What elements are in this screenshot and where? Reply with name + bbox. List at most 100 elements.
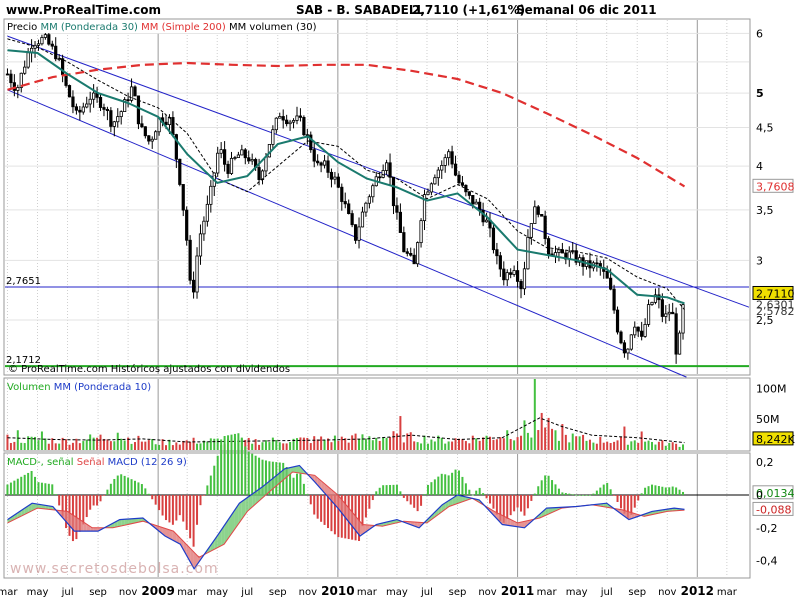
- volume-bar: [217, 439, 219, 450]
- volume-bar: [413, 441, 415, 450]
- candle-body: [620, 332, 622, 343]
- site-name[interactable]: www.ProRealTime.com: [6, 3, 161, 17]
- volume-bar: [375, 438, 377, 450]
- legend-entry: Precio: [7, 22, 37, 33]
- candle-body: [399, 212, 401, 232]
- candle-body: [609, 278, 611, 289]
- candle-body: [520, 281, 522, 288]
- volume-bar: [131, 444, 133, 450]
- volume-bar: [672, 442, 674, 450]
- volume-bar: [351, 435, 353, 450]
- macd-histogram-bar: [117, 476, 119, 495]
- macd-histogram-bar: [206, 485, 208, 495]
- volume-tick-label: 50M: [756, 413, 780, 426]
- candle-body: [134, 87, 136, 96]
- candle-body: [379, 177, 381, 178]
- macd-histogram-bar: [193, 495, 195, 547]
- macd-histogram-bar: [203, 495, 205, 496]
- x-tick-label: sep: [449, 587, 467, 598]
- candle-body: [530, 224, 532, 238]
- macd-histogram-bar: [293, 478, 295, 495]
- volume-bar: [506, 430, 508, 450]
- volume-bar: [137, 436, 139, 450]
- candle-body: [503, 269, 505, 280]
- macd-histogram-bar: [489, 495, 491, 504]
- volume-bar: [551, 429, 553, 450]
- macd-histogram-bar: [96, 495, 98, 505]
- macd-histogram-bar: [679, 490, 681, 495]
- volume-bar: [79, 443, 81, 450]
- macd-histogram-bar: [103, 495, 105, 496]
- macd-histogram-bar: [641, 493, 643, 495]
- candle-body: [596, 263, 598, 264]
- volume-bar: [13, 442, 15, 450]
- volume-bar: [517, 437, 519, 450]
- volume-bar: [337, 441, 339, 450]
- candle-body: [509, 273, 511, 275]
- candle-body: [358, 227, 360, 240]
- candle-body: [244, 150, 246, 158]
- candle-body: [189, 240, 191, 280]
- macd-histogram-bar: [417, 495, 419, 511]
- volume-bar: [151, 439, 153, 450]
- last-price: 2,7110 (+1,61%): [412, 3, 525, 17]
- volume-bar: [24, 443, 26, 450]
- volume-bar: [637, 443, 639, 450]
- volume-bar: [648, 441, 650, 450]
- macd-histogram-bar: [513, 495, 515, 511]
- macd-histogram-bar: [120, 474, 122, 495]
- volume-bar: [10, 443, 12, 450]
- volume-bar: [48, 444, 50, 450]
- macd-histogram-bar: [17, 479, 19, 495]
- candle-body: [441, 165, 443, 170]
- candle-body: [79, 110, 81, 112]
- macd-histogram-bar: [48, 484, 50, 495]
- volume-bar: [279, 442, 281, 450]
- volume-bar: [617, 440, 619, 450]
- macd-histogram-bar: [444, 474, 446, 495]
- candle-body: [427, 192, 429, 195]
- macd-histogram-bar: [327, 495, 329, 528]
- macd-histogram-bar: [589, 495, 591, 496]
- volume-bar: [675, 444, 677, 450]
- macd-histogram-bar: [186, 495, 188, 530]
- volume-bar: [482, 437, 484, 450]
- macd-histogram-bar: [399, 491, 401, 495]
- macd-histogram-bar: [372, 495, 374, 500]
- chart-stage: www.ProRealTime.com SAB - B. SABADELL 2,…: [0, 0, 800, 600]
- macd-histogram-bar: [427, 485, 429, 495]
- macd-histogram-bar: [182, 495, 184, 522]
- macd-histogram-bar: [131, 479, 133, 495]
- price-legend-text: Precio MM (Ponderada 30) MM (Simple 200)…: [7, 22, 317, 33]
- candle-body: [127, 100, 129, 101]
- macd-histogram-bar: [458, 471, 460, 495]
- volume-bar: [475, 438, 477, 450]
- x-tick-label: nov: [119, 587, 137, 598]
- macd-histogram-bar: [20, 477, 22, 495]
- macd-histogram-bar: [155, 495, 157, 505]
- macd-histogram-bar: [158, 495, 160, 510]
- macd-histogram-bar: [368, 495, 370, 509]
- price-tick-label: 5: [756, 87, 764, 100]
- candle-body: [196, 256, 198, 292]
- macd-histogram-bar: [382, 485, 384, 495]
- candle-body: [113, 122, 115, 127]
- volume-bar: [417, 442, 419, 450]
- macd-histogram-bar: [634, 495, 636, 508]
- candle-body: [354, 225, 356, 241]
- macd-histogram-bar: [196, 495, 198, 525]
- macd-histogram-bar: [31, 471, 33, 495]
- legend-entry: Volumen: [7, 382, 51, 393]
- macd-histogram-bar: [227, 435, 229, 495]
- x-tick-label: mar: [537, 587, 558, 598]
- candle-body: [58, 59, 60, 60]
- candle-body: [492, 228, 494, 250]
- candle-body: [430, 184, 432, 192]
- candle-body: [496, 250, 498, 256]
- candle-body: [630, 335, 632, 349]
- candle-body: [678, 333, 680, 354]
- macd-histogram-bar: [34, 477, 36, 495]
- macd-histogram-bar: [492, 495, 494, 509]
- candle-body: [227, 164, 229, 173]
- candle-body: [420, 221, 422, 243]
